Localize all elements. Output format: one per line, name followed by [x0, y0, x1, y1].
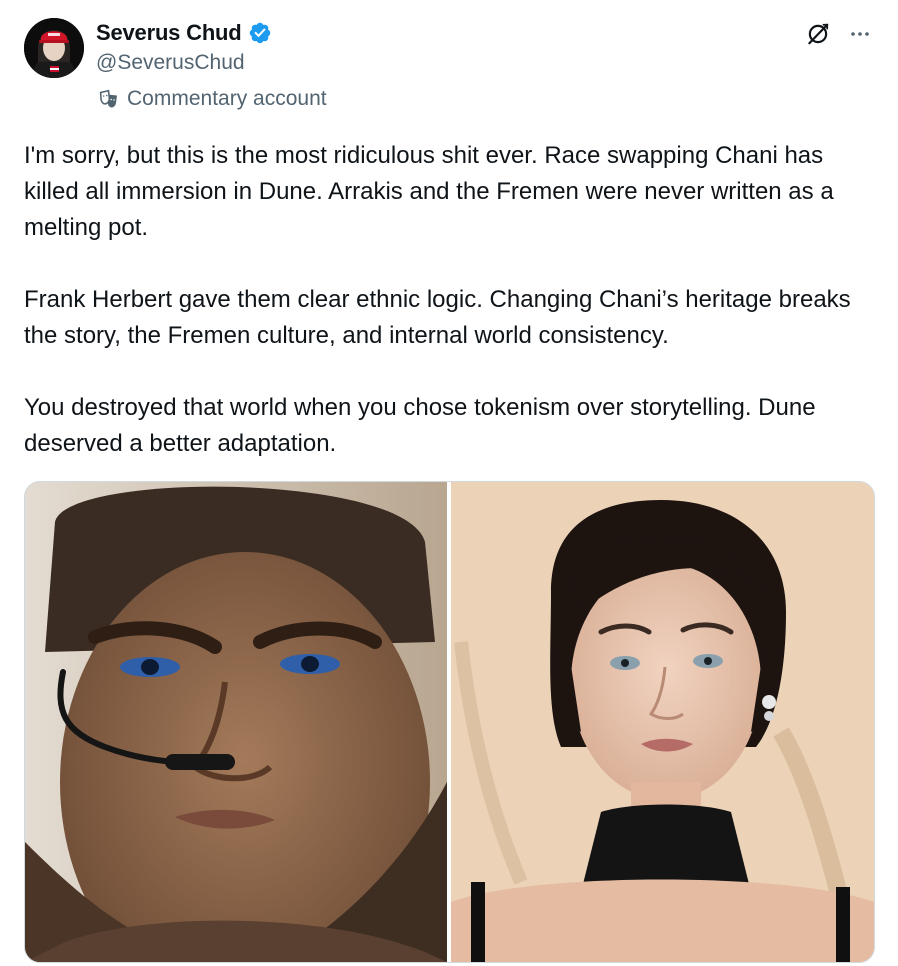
more-icon — [851, 32, 869, 36]
media-photo-left[interactable] — [25, 482, 447, 962]
avatar-image — [24, 18, 84, 78]
theater-masks-icon — [98, 89, 119, 110]
display-name[interactable]: Severus Chud — [96, 20, 242, 46]
affiliation-label-text: Commentary account — [127, 87, 327, 110]
tweet-paragraph: You destroyed that world when you chose … — [24, 394, 816, 457]
author-display-name-row[interactable]: Severus Chud — [96, 20, 272, 46]
avatar[interactable] — [24, 18, 84, 78]
grok-icon — [808, 23, 829, 45]
media-photo-right[interactable] — [451, 482, 874, 962]
photo-actor-in-costume — [25, 482, 447, 962]
photo-actor-red-carpet — [451, 482, 874, 962]
author-handle[interactable]: @SeverusChud — [96, 51, 245, 75]
verified-badge-icon[interactable] — [248, 21, 272, 45]
tweet-paragraph: Frank Herbert gave them clear ethnic log… — [24, 286, 851, 349]
more-button[interactable] — [844, 18, 876, 50]
tweet-text: I'm sorry, but this is the most ridiculo… — [24, 138, 864, 462]
tweet-media[interactable] — [24, 481, 875, 963]
grok-button[interactable] — [802, 18, 834, 50]
tweet-paragraph: I'm sorry, but this is the most ridiculo… — [24, 142, 834, 241]
affiliation-label[interactable]: Commentary account — [98, 87, 327, 111]
